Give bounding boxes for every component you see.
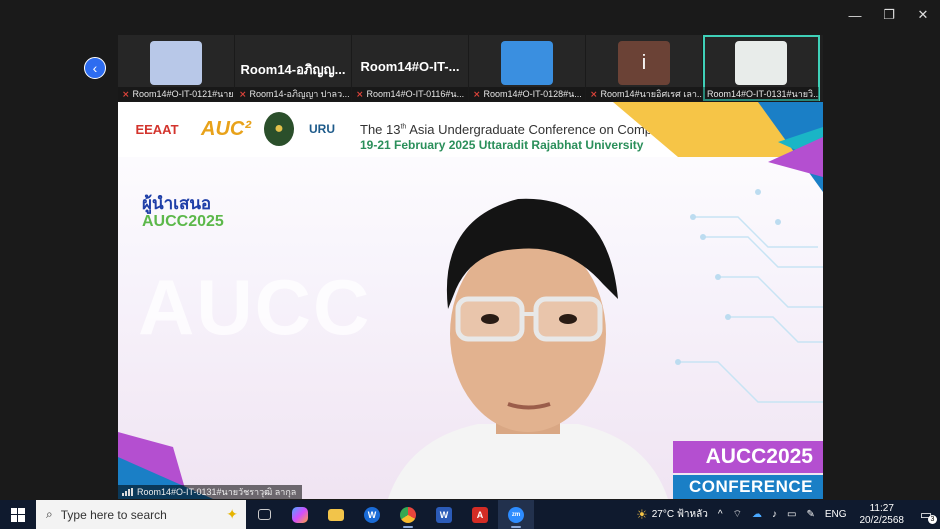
network-icon[interactable]: ⌔ xyxy=(728,508,747,521)
participant-tile[interactable]: i ⨯ Room14#นายอิศเรศ เลา... xyxy=(586,35,703,101)
search-icon: ⌕ xyxy=(46,507,53,521)
speaker-name: Room14#O-IT-0131#นายวัชราวุฒิ ลากุล xyxy=(137,487,297,497)
notification-count: 3 xyxy=(928,515,937,524)
participant-strip: ⨯ Room14#O-IT-0121#นาย... Room14-อภิญญ... ⨯… xyxy=(118,35,823,101)
taskbar: ⌕ Type here to search ✦ W W A zm ☀ 27°C … xyxy=(0,500,940,529)
taskbar-search-input[interactable]: ⌕ Type here to search ✦ xyxy=(36,500,246,529)
system-tray: ☀ 27°C ฟ้าหลัว ^ ⌔ ☁ ♪ ▭ ✎ ENG 11:27 20/… xyxy=(631,500,940,529)
participant-tile[interactable]: ⨯ Room14#O-IT-0128#น... xyxy=(469,35,586,101)
clock-date: 20/2/2568 xyxy=(859,514,905,526)
notification-icon[interactable]: ▭ 3 xyxy=(912,500,940,529)
participant-display-name: Room14#O-IT-... xyxy=(360,59,460,74)
participant-tile[interactable]: Room14#O-IT-... ⨯ Room14#O-IT-0116#น... xyxy=(352,35,469,101)
participant-tile[interactable]: Room14#O-IT-0131#นายวิ... xyxy=(703,35,820,101)
clock-time: 11:27 xyxy=(869,502,894,514)
acrobat-icon[interactable]: A xyxy=(462,500,498,529)
mic-muted-icon: ⨯ xyxy=(122,88,130,99)
windows-start-icon[interactable] xyxy=(0,500,36,529)
minimize-button[interactable]: — xyxy=(838,0,872,30)
participant-name: Room14#O-IT-0128#น... xyxy=(483,89,582,99)
pen-icon[interactable]: ✎ xyxy=(801,509,819,520)
participant-display-name: Room14-อภิญญ... xyxy=(240,62,346,77)
mic-muted-icon: ⨯ xyxy=(590,88,598,99)
close-button[interactable]: ✕ xyxy=(906,0,940,30)
chevron-up-icon[interactable]: ^ xyxy=(713,509,728,520)
volume-icon[interactable]: ♪ xyxy=(767,509,782,520)
participant-name-label: ⨯ Room14#O-IT-0121#นาย... xyxy=(118,87,234,101)
participant-name-label: ⨯ Room14-อภิญญา ปาลว... xyxy=(235,87,351,101)
chrome-icon[interactable] xyxy=(390,500,426,529)
mic-muted-icon: ⨯ xyxy=(239,88,247,99)
word-icon[interactable]: W xyxy=(426,500,462,529)
participant-name-label: ⨯ Room14#O-IT-0128#น... xyxy=(469,87,585,101)
clock[interactable]: 11:27 20/2/2568 xyxy=(852,503,913,527)
event-name: AUCC2025 xyxy=(142,213,224,230)
participant-name: Room14#O-IT-0116#น... xyxy=(366,89,465,99)
restore-button[interactable]: ❐ xyxy=(872,0,906,30)
webex-icon[interactable]: W xyxy=(354,500,390,529)
conference-badge: AUCC2025 CONFERENCE xyxy=(673,441,823,499)
participant-avatar: i xyxy=(618,41,670,85)
weather-widget[interactable]: ☀ 27°C ฟ้าหลัว xyxy=(631,507,713,523)
signal-icon xyxy=(122,488,133,496)
task-view-icon[interactable] xyxy=(246,500,282,529)
participant-avatar xyxy=(501,41,553,85)
participant-name: Room14#O-IT-0131#นายวิ... xyxy=(707,89,819,99)
participant-tile[interactable]: Room14-อภิญญ... ⨯ Room14-อภิญญา ปาลว... xyxy=(235,35,352,101)
participant-name: Room14#นายอิศเรศ เลา... xyxy=(600,89,702,99)
main-video[interactable]: EEAAT AUC² ● URU The 13th Asia Undergrad… xyxy=(118,102,823,499)
badge-subtitle: CONFERENCE xyxy=(673,475,823,499)
participant-name: Room14#O-IT-0121#นาย... xyxy=(132,89,234,99)
battery-icon[interactable]: ▭ xyxy=(782,509,801,520)
participant-name-label: ⨯ Room14#นายอิศเรศ เลา... xyxy=(586,87,702,101)
mic-muted-icon: ⨯ xyxy=(473,88,481,99)
participant-tile[interactable]: ⨯ Room14#O-IT-0121#นาย... xyxy=(118,35,235,101)
participant-avatar xyxy=(735,41,787,85)
participant-name: Room14-อภิญญา ปาลว... xyxy=(249,89,350,99)
language-indicator[interactable]: ENG xyxy=(820,509,852,520)
chevron-left-icon[interactable]: ‹ xyxy=(84,57,106,79)
participant-name-label: ⨯ Room14#O-IT-0116#น... xyxy=(352,87,468,101)
speaker-name-label: Room14#O-IT-0131#นายวัชราวุฒิ ลากุล xyxy=(118,485,303,499)
badge-title: AUCC2025 xyxy=(673,441,823,473)
participant-avatar xyxy=(150,41,202,85)
zoom-icon[interactable]: zm xyxy=(498,500,534,529)
copilot-icon[interactable] xyxy=(282,500,318,529)
file-explorer-icon[interactable] xyxy=(318,500,354,529)
participant-name-label: Room14#O-IT-0131#นายวิ... xyxy=(703,87,819,101)
watermark-text: AUCC xyxy=(138,263,372,351)
window-controls: — ❐ ✕ xyxy=(838,0,940,30)
onedrive-icon[interactable]: ☁ xyxy=(747,509,767,520)
presenter-figure xyxy=(388,198,668,499)
mic-muted-icon: ⨯ xyxy=(356,88,364,99)
sparkle-icon: ✦ xyxy=(226,506,238,522)
weather-icon: ☀ xyxy=(636,506,648,522)
